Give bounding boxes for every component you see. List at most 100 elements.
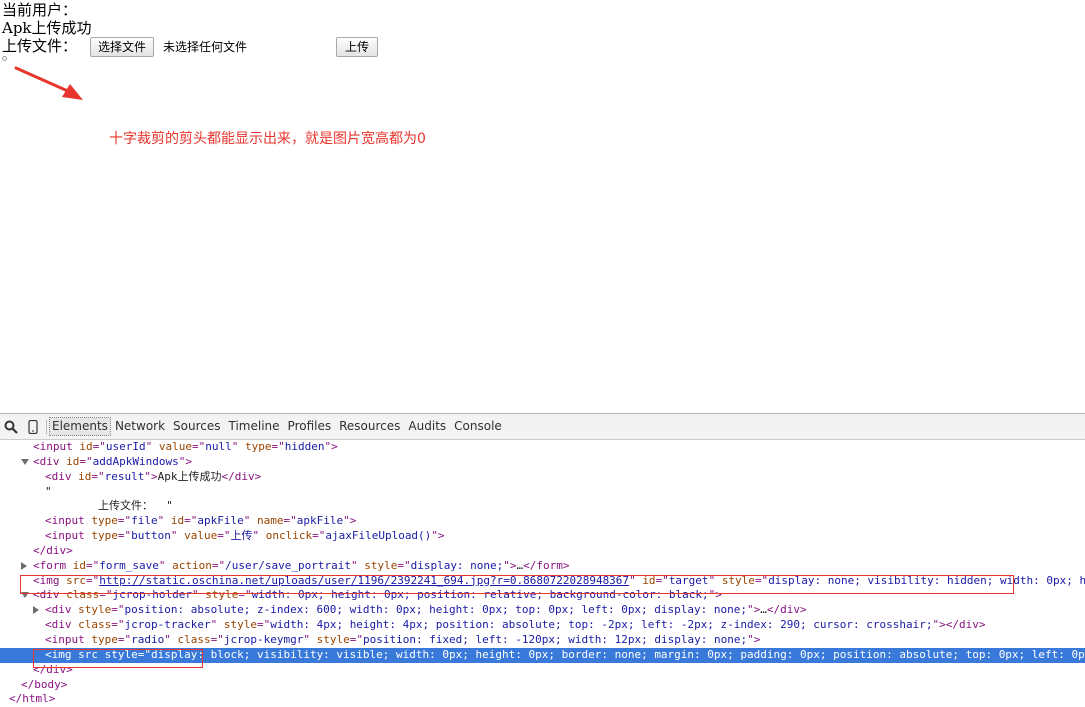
markup-token: =" [256,618,271,632]
red-arrow-icon [14,66,83,100]
dom-tree-row[interactable]: <img src="http://static.oschina.net/uplo… [0,574,1085,589]
expand-triangle-closed-icon[interactable] [21,561,27,570]
dom-node-markup: <input type="button" value="上传" onclick=… [45,529,445,544]
dom-tree-row[interactable]: </body> [0,678,1085,693]
dom-tree-row[interactable]: <input type="radio" class="jcrop-keymgr"… [0,633,1085,648]
device-mode-icon[interactable] [22,414,44,439]
markup-token: style [316,632,350,646]
markup-token: jcrop-tracker [124,618,211,632]
markup-token[interactable]: http://static.oschina.net/uploads/user/1… [99,574,629,587]
dom-node-markup: <img src style="display: block; visibili… [45,648,1085,663]
markup-token: "> [747,603,761,617]
markup-token: =" [271,440,285,453]
markup-token: =" [210,632,224,646]
tab-sources[interactable]: Sources [169,414,224,439]
dom-node-markup: <input id="userId" value="null" type="hi… [33,440,338,455]
dom-tree-row[interactable]: <div class="jcrop-holder" style="width: … [0,588,1085,603]
markup-token: type [91,514,118,528]
dom-tree-row[interactable]: 上传文件： " [0,499,1085,514]
markup-token: =" [211,558,226,572]
tab-console[interactable]: Console [450,414,506,439]
markup-token: 上传 [230,529,253,543]
markup-token: " [629,573,643,587]
upload-button[interactable]: 上传 [336,37,378,57]
markup-token: <input [33,440,80,453]
dom-tree-row[interactable]: <form id="form_save" action="/user/save_… [0,559,1085,574]
markup-token: <input [45,632,92,646]
markup-token: </body> [21,677,68,691]
search-icon[interactable] [0,414,22,439]
markup-token: " [45,484,52,498]
markup-token: id [642,573,656,587]
markup-token: style [205,588,239,602]
markup-token: action [172,558,212,572]
markup-token: " [157,514,171,528]
dom-tree-row[interactable]: <input type="button" value="上传" onclick=… [0,529,1085,544]
markup-token: result [104,469,145,483]
markup-token: Apk上传成功 [157,469,222,483]
dom-tree-row[interactable]: <img src style="display: block; visibili… [0,647,1085,663]
dom-tree-row[interactable]: " [0,485,1085,500]
tab-elements[interactable]: Elements [49,417,111,436]
tab-timeline[interactable]: Timeline [225,414,284,439]
tab-profiles[interactable]: Profiles [284,414,336,439]
markup-token: =" [111,603,125,617]
markup-token: <div [33,454,67,468]
dom-tree-row[interactable]: </div> [0,663,1085,678]
dom-tree-row[interactable]: </div> [0,544,1085,559]
dom-tree-row[interactable]: <div id="addApkWindows"> [0,455,1085,470]
jcrop-radio-input[interactable] [2,56,7,61]
markup-token: target [668,573,709,587]
dom-tree-row[interactable]: <div class="jcrop-tracker" style="width:… [0,618,1085,633]
markup-token: " [158,558,173,572]
markup-token: =" [111,618,125,632]
tab-resources[interactable]: Resources [335,414,404,439]
elements-dom-tree: <input id="userId" value="null" type="hi… [0,440,1085,707]
tab-audits[interactable]: Audits [404,414,450,439]
markup-token: =" [238,588,252,602]
choose-file-button[interactable]: 选择文件 [90,37,155,57]
markup-token: 上传文件： " [45,499,173,513]
markup-token: " [350,558,365,572]
markup-token: =" [349,632,363,646]
dom-node-markup: <div style="position: absolute; z-index:… [45,603,807,618]
markup-token: <form [33,558,73,572]
expand-triangle-open-icon[interactable] [21,458,29,465]
markup-token: " [210,618,224,632]
markup-token: " [243,514,257,528]
markup-token: <input [45,514,92,528]
markup-token: form_save [99,558,159,572]
markup-token: style [78,603,112,617]
markup-token: style [364,558,398,572]
markup-token: <div [33,588,67,602]
markup-token: =" [184,514,198,528]
dom-node-markup: </div> [33,544,73,559]
dom-node-markup: <div id="result">Apk上传成功</div> [45,470,261,485]
markup-token: ajaxFileUpload() [325,529,432,543]
markup-token: " [164,632,178,646]
markup-token: " [145,440,159,453]
markup-token: <img [45,647,79,661]
markup-token: =" [86,558,100,572]
markup-token: "> [178,454,192,468]
markup-token: apkFile [197,514,244,528]
markup-token: button [131,529,171,543]
tab-network[interactable]: Network [111,414,169,439]
markup-token: </div> [33,662,73,676]
dom-tree-row[interactable]: <input id="userId" value="null" type="hi… [0,440,1085,455]
markup-token [98,648,105,661]
markup-token: </div> [221,469,262,483]
expand-triangle-closed-icon[interactable] [33,606,39,615]
dom-tree-row[interactable]: <div style="position: absolute; z-index:… [0,603,1085,618]
markup-token: onclick [265,529,313,543]
dom-tree-row[interactable]: <div id="result">Apk上传成功</div> [0,470,1085,485]
expand-triangle-open-icon[interactable] [21,592,29,599]
markup-token: display: none; [410,558,504,572]
markup-token: =" [754,573,769,587]
markup-token: "> [503,558,517,572]
dom-tree-row[interactable]: <input type="file" id="apkFile" name="ap… [0,514,1085,529]
dom-node-markup: <div id="addApkWindows"> [33,455,192,470]
dom-node-markup: <div class="jcrop-tracker" style="width:… [45,618,985,633]
markup-token: </html> [9,692,56,706]
markup-token: =" [283,514,297,528]
